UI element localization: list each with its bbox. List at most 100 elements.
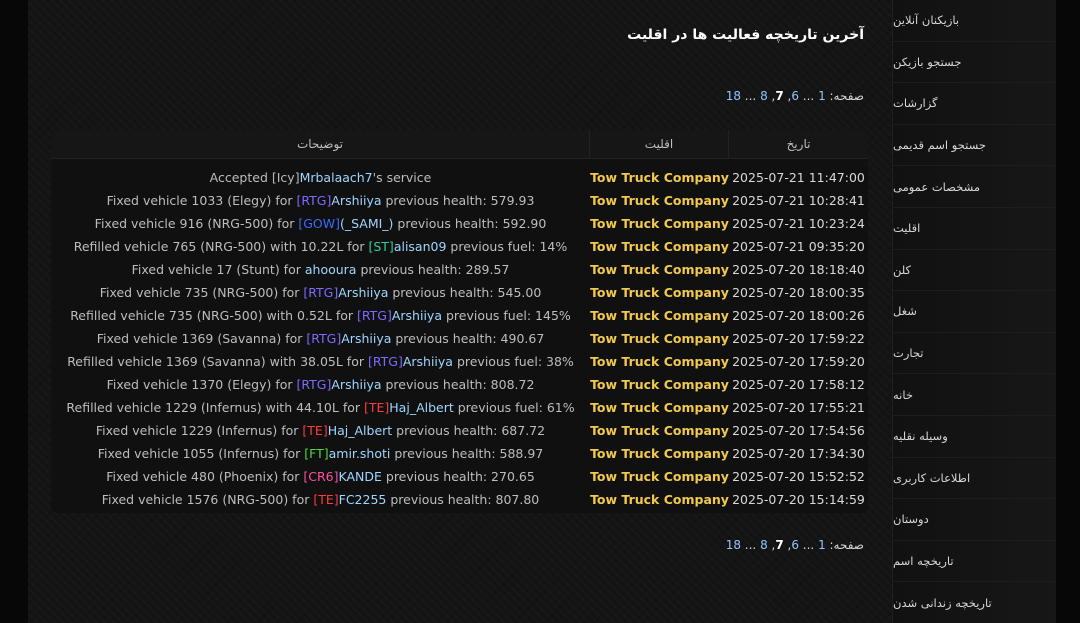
clan-tag: [TE] <box>302 423 328 438</box>
pagination-bottom-page-1[interactable]: 1 <box>818 538 826 552</box>
description-text: Fixed vehicle 735 (NRG-500) for <box>99 285 304 300</box>
pagination-bottom: صفحه: 1 ... 6, 7, 8 ... 18 <box>726 538 864 552</box>
activity-table: توضیحات اقلیت تاریخ Accepted [Icy]Mrbala… <box>51 130 868 513</box>
row-faction: Tow Truck Company <box>590 193 729 208</box>
row-description: Fixed vehicle 1576 (NRG-500) for [TE]FC2… <box>51 492 590 507</box>
description-text: previous health: 490.67 <box>391 331 545 346</box>
description-text: Fixed vehicle 17 (Stunt) for <box>131 262 305 277</box>
row-faction: Tow Truck Company <box>590 492 729 507</box>
player-name: Arshiiya <box>402 354 453 369</box>
table-row: Refilled vehicle 1229 (Infernus) with 44… <box>51 396 868 419</box>
main-panel: آخرین تاریخچه فعالیت ها در اقلیت صفحه: 1… <box>28 0 892 623</box>
row-date: 2025-07-20 17:59:22 <box>732 331 865 346</box>
sidebar-item-8[interactable]: شغل <box>893 291 1056 333</box>
sidebar-item-14[interactable]: تاریخچه اسم <box>893 540 1056 583</box>
description-text: Accepted <box>209 170 272 185</box>
description-text: Fixed vehicle 1229 (Infernus) for <box>95 423 303 438</box>
table-row: Accepted [Icy]Mrbalaach7's service Tow Tr… <box>51 166 868 189</box>
header-description: توضیحات <box>51 130 590 158</box>
table-row: Fixed vehicle 1576 (NRG-500) for [TE]FC2… <box>51 488 868 511</box>
table-row: Fixed vehicle 735 (NRG-500) for [RTG]Ars… <box>51 281 868 304</box>
sidebar-item-3[interactable]: گزارشات <box>893 83 1056 125</box>
row-date: 2025-07-21 10:23:24 <box>732 216 865 231</box>
row-description: Fixed vehicle 916 (NRG-500) for [GOW](_S… <box>51 216 590 231</box>
description-text: Refilled vehicle 765 (NRG-500) with 10.2… <box>73 239 369 254</box>
row-description: Fixed vehicle 1369 (Savanna) for [RTG]Ar… <box>51 331 590 346</box>
player-name: Arshiiya <box>338 285 389 300</box>
row-faction: Tow Truck Company <box>590 308 729 323</box>
clan-tag: [TE] <box>363 400 390 415</box>
pagination-bottom-label: صفحه: <box>825 538 864 552</box>
clan-tag: [FT] <box>304 446 329 461</box>
pagination-top-page-7[interactable]: 7 <box>775 89 783 103</box>
row-description: Fixed vehicle 1055 (Infernus) for [FT]am… <box>51 446 590 461</box>
sidebar-item-5[interactable]: مشخصات عمومی <box>893 166 1056 208</box>
player-name: (_SAMI_) <box>339 216 394 231</box>
pagination-bottom-page-18[interactable]: 18 <box>726 538 741 552</box>
row-faction: Tow Truck Company <box>590 239 729 254</box>
table-body: Accepted [Icy]Mrbalaach7's service Tow Tr… <box>51 159 868 511</box>
clan-tag: [CR6] <box>303 469 339 484</box>
row-faction: Tow Truck Company <box>590 262 729 277</box>
row-date: 2025-07-20 18:00:26 <box>732 308 865 323</box>
row-description: Fixed vehicle 1370 (Elegy) for [RTG]Arsh… <box>51 377 590 392</box>
sidebar-item-6[interactable]: اقلیت <box>893 207 1056 250</box>
pagination-bottom-ellipsis: ... <box>798 538 819 552</box>
row-date: 2025-07-20 17:55:21 <box>732 400 865 415</box>
table-row: Fixed vehicle 17 (Stunt) for ahooura pre… <box>51 258 868 281</box>
pagination-top-page-8[interactable]: 8 <box>760 89 768 103</box>
pagination-bottom-page-7[interactable]: 7 <box>775 538 783 552</box>
pagination-top-page-18[interactable]: 18 <box>726 89 741 103</box>
sidebar-item-15[interactable]: تاریخچه زندانی شدن <box>893 582 1056 623</box>
sidebar-item-2[interactable]: جستجو بازیکن <box>893 41 1056 84</box>
table-header: توضیحات اقلیت تاریخ <box>51 130 868 159</box>
description-text: previous health: 808.72 <box>381 377 535 392</box>
pagination-bottom-page-6[interactable]: 6 <box>791 538 799 552</box>
clan-tag: [GOW] <box>298 216 340 231</box>
description-text: previous health: 592.90 <box>393 216 547 231</box>
player-name: Haj_Albert <box>389 400 454 415</box>
description-text: previous health: 588.97 <box>390 446 544 461</box>
description-text: previous health: 687.72 <box>392 423 546 438</box>
clan-tag: [RTG] <box>303 285 339 300</box>
row-date: 2025-07-21 11:47:00 <box>732 170 865 185</box>
description-text: previous fuel: 145% <box>442 308 571 323</box>
sidebar-item-12[interactable]: اطلاعات کاربری <box>893 457 1056 500</box>
row-date: 2025-07-21 09:35:20 <box>732 239 865 254</box>
table-row: Fixed vehicle 916 (NRG-500) for [GOW](_S… <box>51 212 868 235</box>
table-row: Refilled vehicle 1369 (Savanna) with 38.… <box>51 350 868 373</box>
table-row: Fixed vehicle 1033 (Elegy) for [RTG]Arsh… <box>51 189 868 212</box>
clan-tag: [RTG] <box>367 354 403 369</box>
row-description: Refilled vehicle 765 (NRG-500) with 10.2… <box>51 239 590 254</box>
sidebar-item-1[interactable]: بازیکنان آنلاین <box>893 0 1056 42</box>
table-row: Fixed vehicle 1369 (Savanna) for [RTG]Ar… <box>51 327 868 350</box>
row-date: 2025-07-20 15:14:59 <box>732 492 865 507</box>
row-date: 2025-07-20 17:59:20 <box>732 354 865 369</box>
description-text: Refilled vehicle 1369 (Savanna) with 38.… <box>67 354 368 369</box>
pagination-top-ellipsis: ... <box>740 89 761 103</box>
sidebar-item-10[interactable]: خانه <box>893 374 1056 416</box>
row-date: 2025-07-20 17:34:30 <box>732 446 865 461</box>
row-description: Fixed vehicle 1229 (Infernus) for [TE]Ha… <box>51 423 590 438</box>
sidebar-item-7[interactable]: کلن <box>893 249 1056 292</box>
sidebar-item-9[interactable]: تجارت <box>893 332 1056 375</box>
player-name: Arshiiya <box>341 331 392 346</box>
description-text: Fixed vehicle 1576 (NRG-500) for <box>101 492 314 507</box>
pagination-top-page-1[interactable]: 1 <box>818 89 826 103</box>
row-description: Refilled vehicle 1369 (Savanna) with 38.… <box>51 354 590 369</box>
sidebar-item-13[interactable]: دوستان <box>893 499 1056 541</box>
row-date: 2025-07-20 18:18:40 <box>732 262 865 277</box>
row-date: 2025-07-20 18:00:35 <box>732 285 865 300</box>
pagination-top-page-6[interactable]: 6 <box>791 89 799 103</box>
player-name: Arshiiya <box>331 377 382 392</box>
row-date: 2025-07-20 15:52:52 <box>732 469 865 484</box>
description-text: previous health: 270.65 <box>381 469 535 484</box>
pagination-top: صفحه: 1 ... 6, 7, 8 ... 18 <box>726 89 864 103</box>
sidebar-item-11[interactable]: وسیله نقلیه <box>893 415 1056 458</box>
player-name: KANDE <box>338 469 382 484</box>
pagination-top-label: صفحه: <box>825 89 864 103</box>
sidebar-item-4[interactable]: جستجو اسم قدیمی <box>893 124 1056 167</box>
description-text: Fixed vehicle 1033 (Elegy) for <box>106 193 297 208</box>
pagination-bottom-page-8[interactable]: 8 <box>760 538 768 552</box>
description-text: Fixed vehicle 1370 (Elegy) for <box>106 377 297 392</box>
